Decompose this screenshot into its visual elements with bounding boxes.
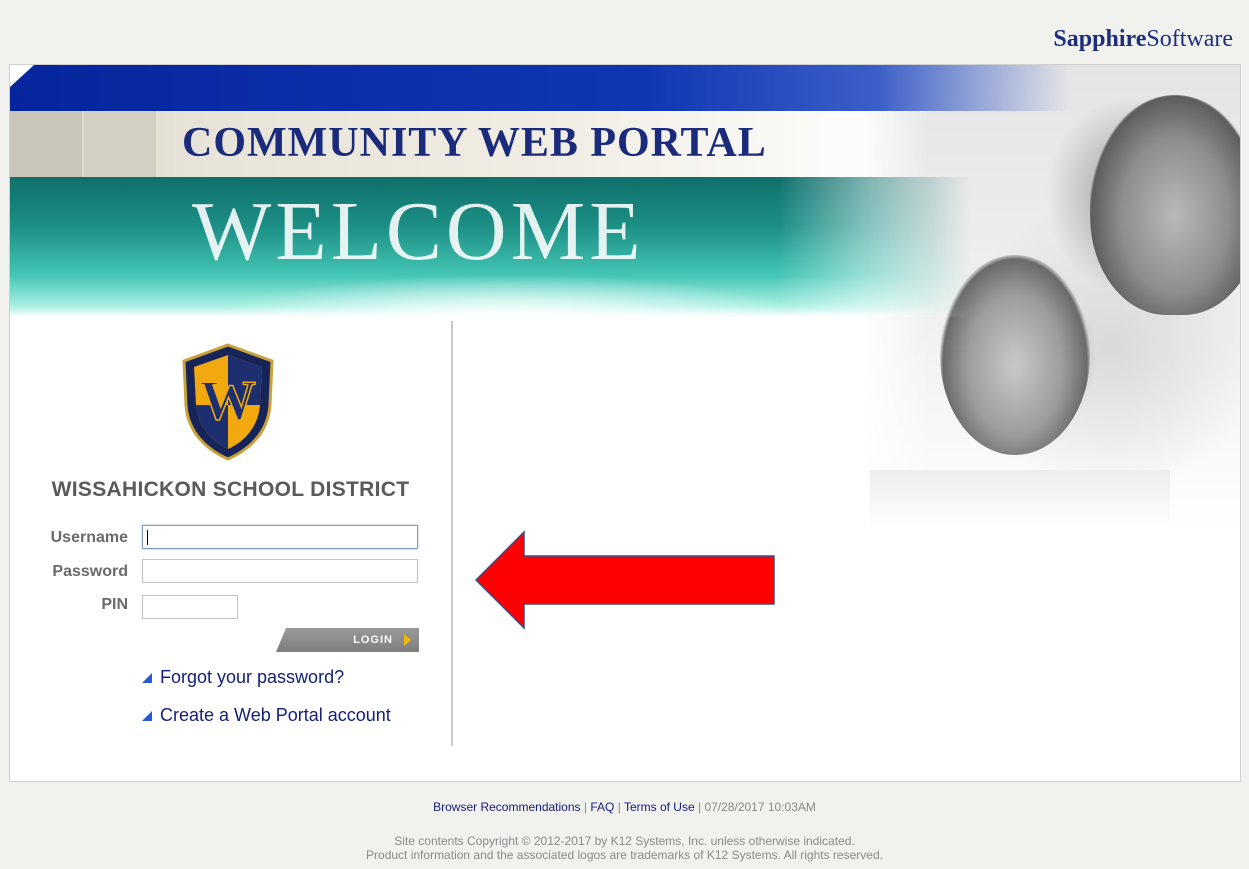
header-tab-block — [84, 111, 156, 177]
faq-link[interactable]: FAQ — [590, 800, 614, 814]
photo-laptop — [870, 470, 1170, 530]
panel-divider — [451, 321, 453, 746]
portal-frame: COMMUNITY WEB PORTAL WELCOME W WISSAHICK… — [9, 64, 1241, 782]
create-account-text: Create a Web Portal account — [160, 705, 391, 725]
forgot-password-link[interactable]: Forgot your password? — [142, 667, 344, 688]
browser-recommendations-link[interactable]: Browser Recommendations — [433, 800, 580, 814]
red-arrow-left-icon — [474, 530, 775, 630]
footer-timestamp: 07/28/2017 10:03AM — [704, 800, 816, 814]
header-tab-block — [10, 111, 82, 177]
footer-links: Browser Recommendations | FAQ | Terms of… — [0, 800, 1249, 814]
password-label: Password — [52, 563, 128, 580]
copyright-line-1: Site contents Copyright © 2012-2017 by K… — [394, 834, 855, 848]
username-label: Username — [50, 529, 128, 546]
username-input[interactable] — [142, 525, 418, 549]
copyright-notice: Site contents Copyright © 2012-2017 by K… — [0, 834, 1249, 862]
header-blue-band — [10, 65, 1070, 111]
footer-separator: | — [617, 800, 621, 814]
sapphire-software-logo: SapphireSoftware — [1053, 26, 1233, 53]
create-account-link[interactable]: Create a Web Portal account — [142, 705, 391, 726]
district-name: WISSAHICKON SCHOOL DISTRICT — [51, 478, 410, 501]
terms-of-use-link[interactable]: Terms of Use — [624, 800, 695, 814]
login-button-label: LOGIN — [353, 634, 393, 646]
triangle-icon — [142, 672, 152, 683]
pin-label: PIN — [101, 596, 128, 613]
text-caret — [147, 530, 148, 545]
copyright-line-2: Product information and the associated l… — [366, 848, 883, 862]
password-input[interactable] — [142, 559, 418, 583]
login-button[interactable]: LOGIN — [276, 628, 419, 652]
brand-rest: Software — [1146, 26, 1233, 52]
pin-input[interactable] — [142, 595, 238, 619]
photo-father — [1090, 95, 1240, 315]
triangle-icon — [142, 710, 152, 721]
welcome-banner-text: WELCOME — [192, 185, 645, 278]
footer-separator: | — [697, 800, 702, 814]
district-crest-logo: W — [182, 343, 274, 461]
triangle-right-icon — [404, 634, 411, 646]
portal-title: COMMUNITY WEB PORTAL — [182, 120, 767, 166]
crest-letter: W — [200, 370, 256, 432]
forgot-password-text: Forgot your password? — [160, 667, 345, 687]
brand-bold: Sapphire — [1053, 26, 1147, 52]
footer-separator: | — [583, 800, 587, 814]
